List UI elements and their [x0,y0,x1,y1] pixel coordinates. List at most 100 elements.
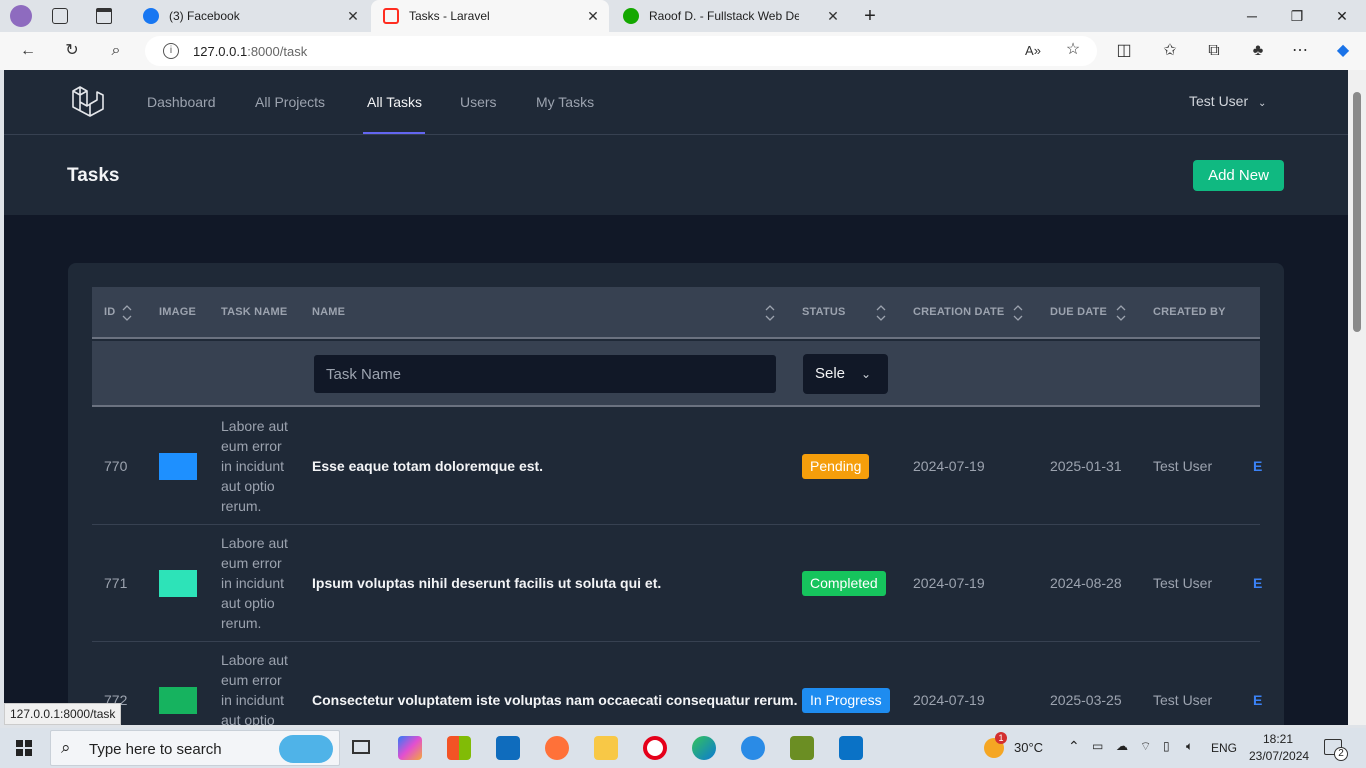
edit-link[interactable]: E [1253,692,1262,708]
tray-overflow-icon[interactable]: ⌃ [1068,738,1080,755]
column-id[interactable]: ID [104,306,115,318]
tab-tasks-laravel[interactable]: Tasks - Laravel ✕ [371,0,609,32]
nav-all-tasks[interactable]: All Tasks [367,94,422,110]
sort-icon[interactable] [1012,303,1024,323]
sort-icon[interactable] [764,303,776,323]
task-image [159,453,197,480]
status-filter-select[interactable]: Sele ⌄ [803,354,888,394]
tasks-table-card: ID IMAGE TASK NAME NAME STATUS CREATION … [68,263,1284,725]
created-by: Test User [1153,692,1213,708]
tab-facebook[interactable]: (3) Facebook ✕ [131,0,369,32]
table-row[interactable]: 770 Labore aut eum error in incidunt aut… [92,408,1262,525]
column-due-date[interactable]: DUE DATE [1050,306,1107,318]
search-icon: ⌕ [61,738,71,757]
weather-badge: 1 [995,732,1007,744]
edit-link[interactable]: E [1253,575,1262,591]
task-id: 770 [104,458,128,474]
task-description: Labore aut eum error in incidunt aut opt… [221,418,288,514]
meet-now-icon[interactable]: ▭ [1092,739,1103,753]
status-badge: Pending [802,454,870,479]
edge-icon[interactable] [692,736,716,760]
sort-icon[interactable] [121,303,133,323]
column-task-name: TASK NAME [221,306,288,318]
xampp-icon[interactable] [790,736,814,760]
copilot-app-icon[interactable] [398,736,422,760]
firefox-icon[interactable] [545,736,569,760]
address-bar[interactable]: i 127.0.0.1:8000/task A» ☆ [145,36,1097,66]
page-viewport: Dashboard All Projects All Tasks Users M… [4,70,1348,725]
nav-dashboard[interactable]: Dashboard [147,94,216,110]
more-menu-icon[interactable]: ⋯ [1290,41,1310,61]
task-name-filter-input[interactable] [313,354,777,394]
site-info-icon[interactable]: i [163,43,179,59]
notification-count: 2 [1334,747,1348,761]
task-name-link[interactable]: Ipsum voluptas nihil deserunt facilis ut… [312,575,661,591]
favorite-star-icon[interactable]: ☆ [1063,40,1083,60]
file-explorer-icon[interactable] [594,736,618,760]
nav-all-projects[interactable]: All Projects [255,94,325,110]
copilot-icon[interactable]: ◆ [1333,41,1353,61]
wifi-icon[interactable]: ⌔ [1140,739,1151,754]
nav-my-tasks[interactable]: My Tasks [536,94,594,110]
close-tab-icon[interactable]: ✕ [345,8,361,24]
chevron-down-icon: ⌄ [861,367,872,381]
split-screen-icon[interactable]: ◫ [1114,41,1134,61]
task-view-icon[interactable] [352,740,370,754]
vscode-icon[interactable] [839,736,863,760]
edit-link[interactable]: E [1253,458,1262,474]
status-badge: Completed [802,571,886,596]
tab-actions-icon[interactable] [96,8,112,24]
taskbar-search-box[interactable]: ⌕ Type here to search [50,730,340,766]
profile-avatar[interactable] [10,5,32,27]
page-scrollbar[interactable] [1348,70,1366,725]
battery-icon[interactable]: ▯ [1163,739,1170,753]
add-new-button[interactable]: Add New [1193,160,1284,191]
close-window-icon[interactable]: ✕ [1332,6,1352,26]
new-tab-icon[interactable]: + [860,6,880,26]
onedrive-icon[interactable]: ☁ [1116,739,1128,753]
laravel-logo[interactable] [70,84,104,118]
favorites-icon[interactable]: ✩ [1160,41,1180,61]
language-indicator[interactable]: ENG [1211,741,1237,755]
nav-users[interactable]: Users [460,94,497,110]
mail-icon[interactable] [496,736,520,760]
user-dropdown[interactable]: Test User ⌄ [1189,93,1266,109]
close-tab-icon[interactable]: ✕ [825,8,841,24]
task-description: Labore aut eum error in incidunt aut opt… [221,652,288,725]
table-row[interactable]: 772 Labore aut eum error in incidunt aut… [92,642,1262,725]
task-name-link[interactable]: Consectetur voluptatem iste voluptas nam… [312,692,797,708]
task-name-link[interactable]: Esse eaque totam doloremque est. [312,458,543,474]
created-by: Test User [1153,458,1213,474]
opera-icon[interactable] [643,736,667,760]
column-status[interactable]: STATUS [802,306,846,318]
volume-icon[interactable]: 🔈︎ [1186,739,1193,754]
search-icon[interactable]: ⌕ [106,41,126,61]
microsoft-store-icon[interactable] [447,736,471,760]
windows-start-icon[interactable] [16,740,32,756]
extensions-icon[interactable]: ♣ [1248,41,1268,61]
column-name[interactable]: NAME [312,306,345,318]
back-icon[interactable]: ← [18,41,38,61]
table-header: ID IMAGE TASK NAME NAME STATUS CREATION … [92,287,1260,339]
refresh-icon[interactable]: ↻ [62,41,82,61]
workspaces-icon[interactable] [52,8,68,24]
collections-icon[interactable]: ⧉ [1204,41,1224,61]
restore-icon[interactable]: ❐ [1287,6,1307,26]
url-text[interactable]: 127.0.0.1:8000/task [193,44,307,59]
clock-date[interactable]: 23/07/2024 [1249,749,1309,763]
weather-temperature[interactable]: 30°C [1014,740,1043,755]
scrollbar-thumb[interactable] [1353,92,1361,332]
sort-icon[interactable] [875,303,887,323]
filter-row: Sele ⌄ [92,341,1260,407]
column-creation-date[interactable]: CREATION DATE [913,306,1004,318]
read-aloud-icon[interactable]: A» [1023,41,1043,61]
sort-icon[interactable] [1115,303,1127,323]
table-row[interactable]: 771 Labore aut eum error in incidunt aut… [92,525,1262,642]
tab-upwork[interactable]: Raoof D. - Fullstack Web Develop ✕ [611,0,849,32]
task-image [159,687,197,714]
close-tab-icon[interactable]: ✕ [585,8,601,24]
tab-label: (3) Facebook [169,9,240,23]
clock-time[interactable]: 18:21 [1263,732,1293,746]
minimize-icon[interactable]: ─ [1242,6,1262,26]
chrome-icon[interactable] [741,736,765,760]
